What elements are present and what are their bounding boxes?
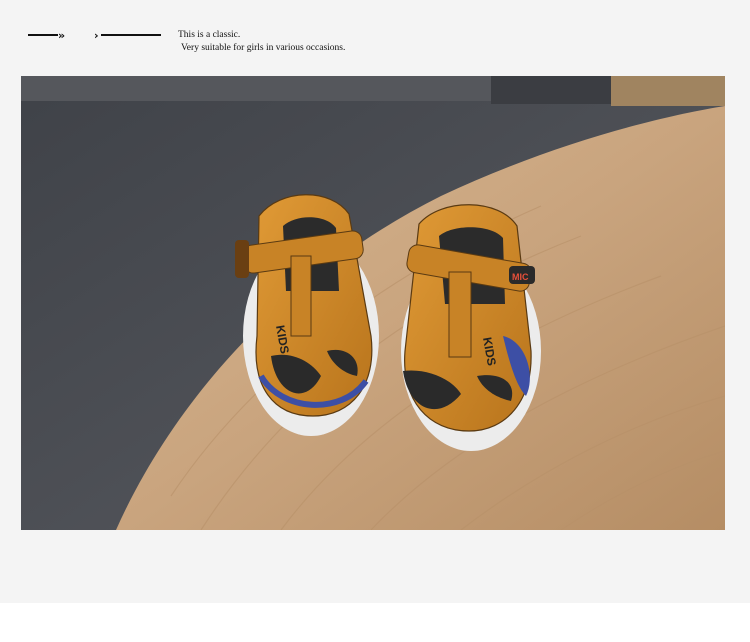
page-bottom-strip [0, 603, 750, 642]
header: » › This is a classic. Very suitable for… [0, 0, 750, 76]
decorative-arrow-right: › [94, 27, 161, 43]
caption-line-2: Very suitable for girls in various occas… [181, 43, 346, 53]
divider-line [100, 34, 161, 36]
brand-badge-text: MIC [512, 272, 529, 282]
table-edge-back [611, 76, 725, 106]
sandals-illustration: KIDS MIC KIDS [21, 76, 725, 530]
product-photo: KIDS MIC KIDS [21, 76, 725, 530]
divider-line [28, 34, 58, 36]
chevron-icon: › [94, 28, 98, 42]
decorative-arrow-left: » [28, 27, 65, 43]
double-chevron-icon: » [58, 28, 65, 42]
caption-line-1: This is a classic. [178, 30, 241, 40]
caption: This is a classic. Very suitable for gir… [178, 29, 345, 55]
